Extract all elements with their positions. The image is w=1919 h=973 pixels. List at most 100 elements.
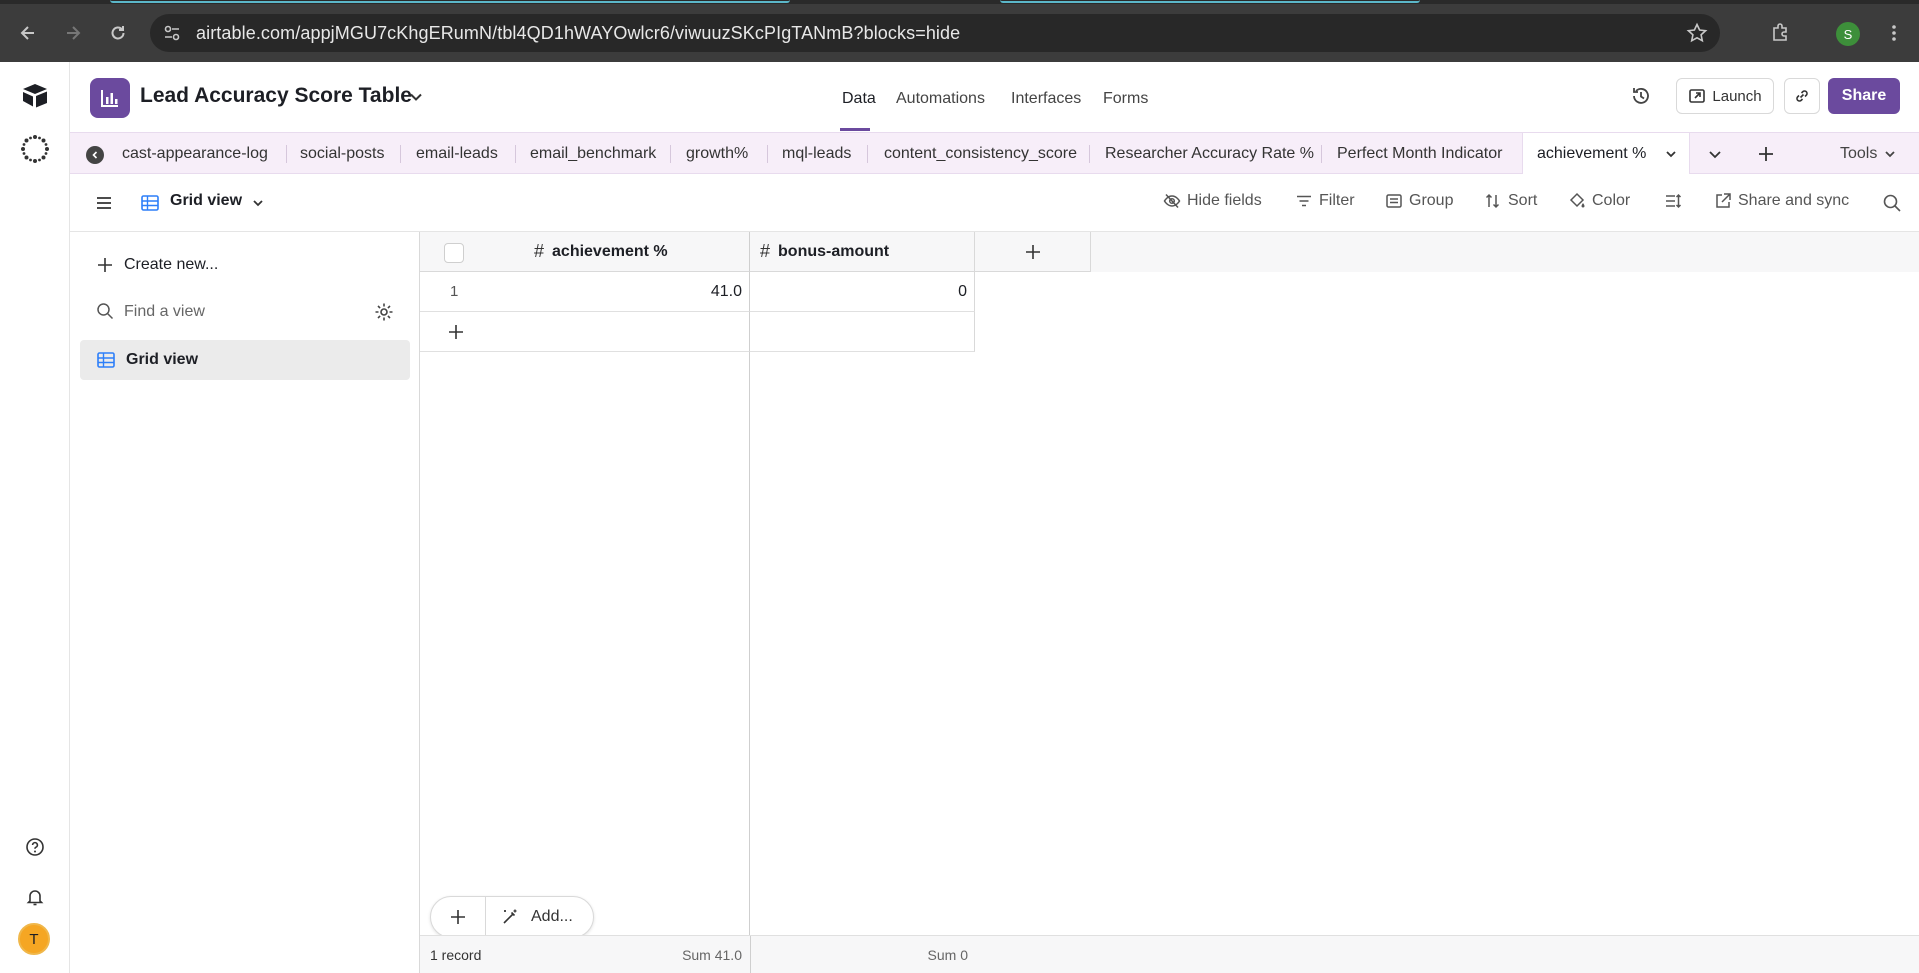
plus-icon[interactable] (449, 908, 467, 926)
browser-chrome: airtable.com/appjMGU7cKhgERumN/tbl4QD1hW… (0, 0, 1919, 62)
filter-button[interactable]: Filter (1295, 192, 1355, 210)
eye-off-icon (1163, 193, 1181, 209)
search-icon (97, 303, 114, 320)
bookmark-star-icon[interactable] (1686, 22, 1708, 44)
hide-fields-button[interactable]: Hide fields (1163, 192, 1262, 210)
tab-divider (515, 145, 516, 163)
browser-tab[interactable] (1000, 0, 1420, 3)
url-text[interactable]: airtable.com/appjMGU7cKhgERumN/tbl4QD1hW… (196, 23, 960, 44)
nav-tab-data[interactable]: Data (842, 90, 876, 108)
table-tab[interactable]: social-posts (300, 145, 384, 163)
browser-menu-icon[interactable] (1876, 15, 1912, 51)
add-row[interactable] (420, 312, 750, 352)
cell-bonus[interactable]: 0 (830, 283, 967, 301)
plus-icon (98, 258, 112, 272)
table-tab[interactable]: cast-appearance-log (122, 145, 268, 163)
paint-bucket-icon (1569, 192, 1585, 208)
grid-view-icon[interactable] (140, 193, 160, 213)
table-tab[interactable]: content_consistency_score (884, 145, 1077, 163)
notifications-bell-icon[interactable] (20, 882, 50, 912)
tab-divider (400, 145, 401, 163)
history-icon[interactable] (1630, 85, 1652, 107)
search-icon[interactable] (1882, 193, 1902, 213)
table-tab-active[interactable]: achievement % (1522, 133, 1690, 175)
table-row[interactable]: 1 41.0 (420, 272, 750, 312)
forward-icon[interactable] (55, 15, 91, 51)
address-bar[interactable]: airtable.com/appjMGU7cKhgERumN/tbl4QD1hW… (150, 14, 1720, 52)
grid-view-icon (97, 352, 115, 368)
data-grid: # achievement % # bonus-amount 1 41.0 0 … (420, 232, 1919, 973)
select-all-checkbox[interactable] (444, 243, 464, 263)
launch-button[interactable]: Launch (1676, 78, 1774, 114)
sort-icon (1485, 193, 1500, 209)
browser-tab[interactable] (110, 0, 790, 3)
extensions-icon[interactable] (1762, 15, 1798, 51)
nav-tab-automations[interactable]: Automations (896, 90, 985, 108)
chevron-down-icon[interactable] (1663, 146, 1679, 162)
table-tab[interactable]: Researcher Accuracy Rate % (1105, 145, 1314, 163)
tools-menu[interactable]: Tools (1840, 145, 1877, 163)
view-toolbar: Grid view Hide fields Filter Group Sort … (70, 174, 1919, 232)
table-tab[interactable]: email_benchmark (530, 145, 656, 163)
plus-icon (1025, 244, 1040, 259)
color-button[interactable]: Color (1568, 192, 1630, 210)
user-avatar[interactable]: T (18, 923, 50, 955)
chevron-down-icon[interactable] (1882, 146, 1898, 162)
base-chart-icon[interactable] (90, 78, 130, 118)
table-tab[interactable]: mql-leads (782, 145, 851, 163)
magic-wand-icon[interactable] (501, 908, 519, 926)
app-header: Lead Accuracy Score Table Data Automatio… (70, 62, 1919, 132)
hide-fields-label: Hide fields (1187, 192, 1262, 209)
site-settings-icon[interactable] (162, 23, 182, 43)
sum-bonus[interactable]: Sum 0 (920, 947, 968, 963)
scroll-left-icon[interactable] (86, 146, 104, 164)
link-icon (1796, 90, 1808, 102)
find-view-input[interactable] (124, 300, 344, 324)
table-tabs-bar: cast-appearance-log social-posts email-l… (70, 132, 1919, 175)
filter-icon (1297, 195, 1311, 207)
add-row-cell[interactable] (750, 312, 975, 352)
add-table-icon[interactable] (1756, 144, 1776, 164)
add-record-pill[interactable]: Add... (430, 896, 594, 938)
tab-divider (670, 145, 671, 163)
help-icon[interactable] (20, 832, 50, 862)
create-new-view-button[interactable]: Create new... (96, 256, 218, 274)
reload-icon[interactable] (100, 15, 136, 51)
sidebar-view-grid[interactable]: Grid view (80, 340, 410, 380)
share-and-sync-button[interactable]: Share and sync (1714, 192, 1849, 210)
copy-link-button[interactable] (1784, 78, 1820, 114)
add-field-button[interactable] (975, 232, 1091, 272)
hamburger-menu-icon[interactable] (94, 193, 114, 213)
profile-avatar[interactable]: S (1836, 22, 1860, 46)
nav-tab-interfaces[interactable]: Interfaces (1011, 90, 1081, 108)
omni-icon[interactable] (20, 134, 50, 164)
table-row[interactable]: 0 (750, 272, 975, 312)
group-button[interactable]: Group (1385, 192, 1453, 210)
grid-body (750, 272, 1919, 973)
sum-achievement[interactable]: Sum 41.0 (680, 947, 742, 963)
column-header-achievement[interactable]: # achievement % (420, 232, 750, 272)
external-share-icon (1716, 193, 1731, 208)
row-height-button[interactable] (1664, 192, 1688, 210)
sort-button[interactable]: Sort (1484, 192, 1537, 210)
nav-tab-forms[interactable]: Forms (1103, 90, 1148, 108)
table-tab[interactable]: email-leads (416, 145, 498, 163)
plus-icon (449, 325, 463, 339)
cell-achievement[interactable]: 41.0 (620, 283, 742, 301)
table-tab[interactable]: growth% (686, 145, 748, 163)
column-header-bonus[interactable]: # bonus-amount (750, 232, 975, 272)
view-name[interactable]: Grid view (170, 192, 242, 210)
airtable-logo-icon[interactable] (20, 80, 50, 110)
chevron-down-icon[interactable] (406, 87, 426, 107)
chevron-down-icon[interactable] (250, 195, 266, 211)
back-icon[interactable] (10, 15, 46, 51)
base-title[interactable]: Lead Accuracy Score Table (140, 84, 412, 108)
table-tab[interactable]: Perfect Month Indicator (1337, 145, 1502, 163)
add-label[interactable]: Add... (531, 908, 573, 926)
all-tables-chevron-icon[interactable] (1706, 145, 1724, 163)
row-number: 1 (450, 283, 459, 300)
launch-label: Launch (1712, 87, 1762, 105)
gear-icon[interactable] (374, 302, 394, 322)
share-button[interactable]: Share (1828, 78, 1900, 114)
create-new-label: Create new... (124, 256, 219, 273)
